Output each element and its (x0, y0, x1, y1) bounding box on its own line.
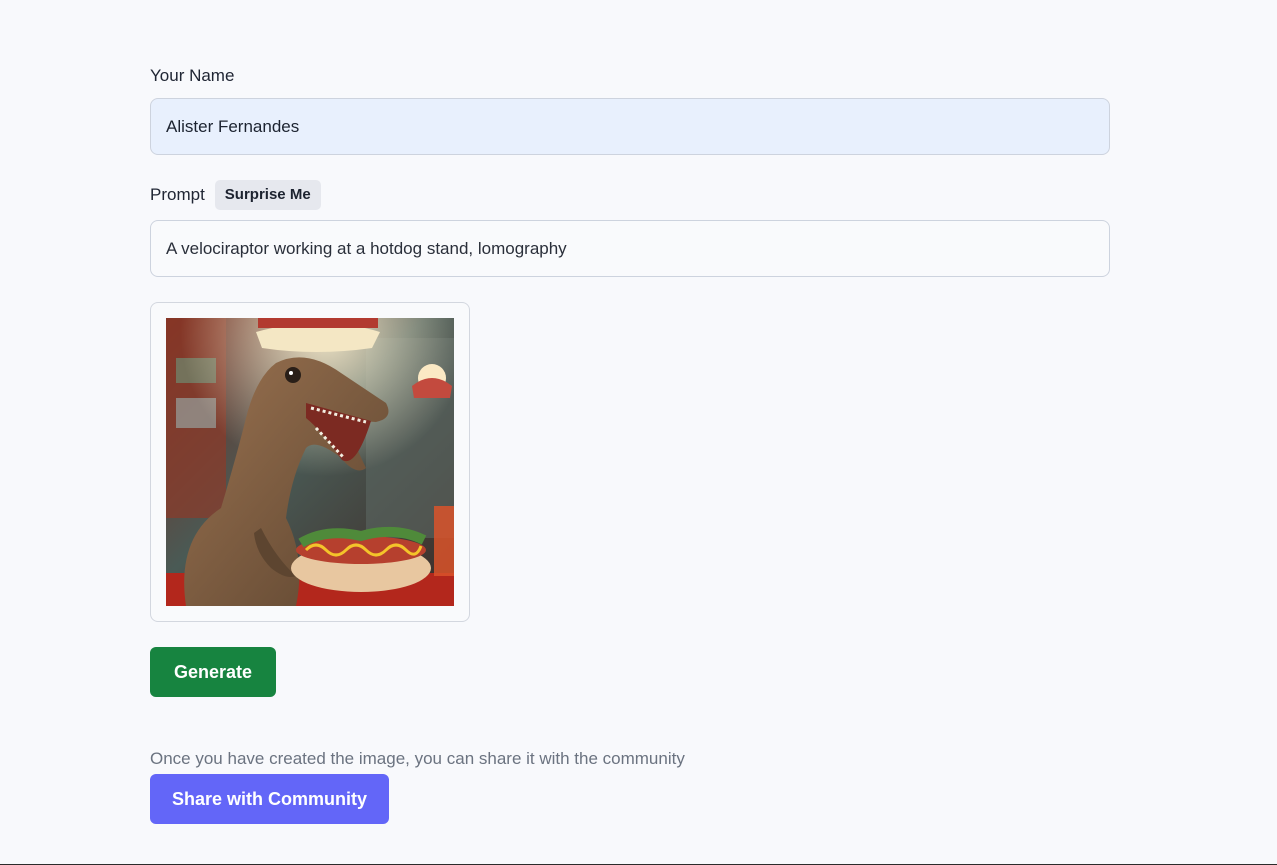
prompt-row: Prompt Surprise Me (150, 180, 321, 210)
share-with-community-button[interactable]: Share with Community (150, 774, 389, 824)
generated-image (166, 318, 454, 606)
page: Your Name Alister Fernandes Prompt Surpr… (0, 0, 1277, 865)
generate-button[interactable]: Generate (150, 647, 276, 697)
surprise-me-button[interactable]: Surprise Me (214, 180, 321, 210)
prompt-input[interactable]: A velociraptor working at a hotdog stand… (150, 220, 1110, 277)
name-label: Your Name (150, 66, 235, 85)
generated-image-card (150, 302, 470, 622)
prompt-label: Prompt (150, 185, 205, 204)
name-input[interactable]: Alister Fernandes (150, 98, 1110, 155)
share-note: Once you have created the image, you can… (150, 749, 685, 768)
